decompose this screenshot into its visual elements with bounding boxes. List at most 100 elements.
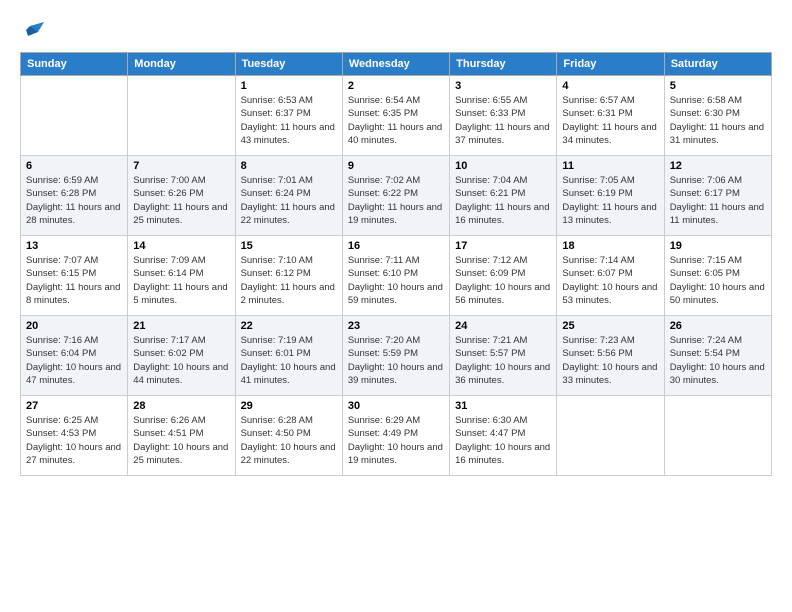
day-number: 9 <box>348 160 444 172</box>
day-number: 1 <box>241 80 337 92</box>
day-info: Sunrise: 7:23 AM Sunset: 5:56 PM Dayligh… <box>562 334 658 387</box>
calendar-cell: 13Sunrise: 7:07 AM Sunset: 6:15 PM Dayli… <box>21 236 128 316</box>
calendar-cell: 16 Sunrise: 7:11 AM Sunset: 6:10 PM Dayli… <box>342 236 449 316</box>
day-number: 31 <box>455 400 551 412</box>
calendar-cell: 8 Sunrise: 7:01 AM Sunset: 6:24 PM Daylig… <box>235 156 342 236</box>
day-info: Sunrise: 7:06 AM Sunset: 6:17 PM Dayligh… <box>670 174 766 227</box>
day-info: Sunrise: 7:16 AM Sunset: 6:04 PM Dayligh… <box>26 334 122 387</box>
day-info: Sunrise: 7:10 AM Sunset: 6:12 PM Dayligh… <box>241 254 337 307</box>
calendar-cell: 14 Sunrise: 7:09 AM Sunset: 6:14 PM Dayli… <box>128 236 235 316</box>
day-number: 14 <box>133 240 229 252</box>
day-number: 10 <box>455 160 551 172</box>
day-info: Sunrise: 7:09 AM Sunset: 6:14 PM Dayligh… <box>133 254 229 307</box>
calendar-table: SundayMondayTuesdayWednesdayThursdayFrid… <box>20 52 772 476</box>
day-number: 19 <box>670 240 766 252</box>
day-number: 28 <box>133 400 229 412</box>
day-number: 8 <box>241 160 337 172</box>
calendar-cell: 3 Sunrise: 6:55 AM Sunset: 6:33 PM Daylig… <box>450 76 557 156</box>
calendar-cell: 21Sunrise: 7:17 AM Sunset: 6:02 PM Dayli… <box>128 316 235 396</box>
calendar-cell: 1 Sunrise: 6:53 AM Sunset: 6:37 PM Daylig… <box>235 76 342 156</box>
calendar-cell: 30 Sunrise: 6:29 AM Sunset: 4:49 PM Dayli… <box>342 396 449 476</box>
day-number: 3 <box>455 80 551 92</box>
calendar-cell: 5 Sunrise: 6:58 AM Sunset: 6:30 PM Daylig… <box>664 76 771 156</box>
day-number: 26 <box>670 320 766 332</box>
calendar-cell: 26 Sunrise: 7:24 AM Sunset: 5:54 PM Dayli… <box>664 316 771 396</box>
page: SundayMondayTuesdayWednesdayThursdayFrid… <box>0 0 792 612</box>
week-row-5: 27 Sunrise: 6:25 AM Sunset: 4:53 PM Dayli… <box>21 396 772 476</box>
calendar-cell: 6Sunrise: 6:59 AM Sunset: 6:28 PM Daylig… <box>21 156 128 236</box>
day-info: Sunrise: 7:20 AM Sunset: 5:59 PM Dayligh… <box>348 334 444 387</box>
calendar-cell: 18Sunrise: 7:14 AM Sunset: 6:07 PM Dayli… <box>557 236 664 316</box>
weekday-header-sunday: Sunday <box>21 53 128 76</box>
day-info: Sunrise: 7:15 AM Sunset: 6:05 PM Dayligh… <box>670 254 766 307</box>
day-info: Sunrise: 7:04 AM Sunset: 6:21 PM Dayligh… <box>455 174 551 227</box>
day-number: 2 <box>348 80 444 92</box>
calendar-cell: 9 Sunrise: 7:02 AM Sunset: 6:22 PM Daylig… <box>342 156 449 236</box>
calendar-cell <box>128 76 235 156</box>
calendar-cell: 31 Sunrise: 6:30 AM Sunset: 4:47 PM Dayli… <box>450 396 557 476</box>
day-number: 11 <box>562 160 658 172</box>
day-info: Sunrise: 6:57 AM Sunset: 6:31 PM Dayligh… <box>562 94 658 147</box>
calendar-cell: 24Sunrise: 7:21 AM Sunset: 5:57 PM Dayli… <box>450 316 557 396</box>
calendar-cell: 28Sunrise: 6:26 AM Sunset: 4:51 PM Dayli… <box>128 396 235 476</box>
calendar-cell: 20 Sunrise: 7:16 AM Sunset: 6:04 PM Dayli… <box>21 316 128 396</box>
day-number: 7 <box>133 160 229 172</box>
weekday-header-friday: Friday <box>557 53 664 76</box>
day-info: Sunrise: 6:29 AM Sunset: 4:49 PM Dayligh… <box>348 414 444 467</box>
day-number: 15 <box>241 240 337 252</box>
header <box>20 16 772 42</box>
day-number: 16 <box>348 240 444 252</box>
day-number: 4 <box>562 80 658 92</box>
weekday-header-wednesday: Wednesday <box>342 53 449 76</box>
weekday-header-saturday: Saturday <box>664 53 771 76</box>
week-row-2: 6Sunrise: 6:59 AM Sunset: 6:28 PM Daylig… <box>21 156 772 236</box>
day-info: Sunrise: 6:59 AM Sunset: 6:28 PM Dayligh… <box>26 174 122 227</box>
week-row-1: 1 Sunrise: 6:53 AM Sunset: 6:37 PM Daylig… <box>21 76 772 156</box>
logo <box>20 20 44 42</box>
day-number: 18 <box>562 240 658 252</box>
calendar-cell <box>557 396 664 476</box>
day-number: 27 <box>26 400 122 412</box>
day-info: Sunrise: 6:53 AM Sunset: 6:37 PM Dayligh… <box>241 94 337 147</box>
day-number: 20 <box>26 320 122 332</box>
day-number: 25 <box>562 320 658 332</box>
day-info: Sunrise: 6:30 AM Sunset: 4:47 PM Dayligh… <box>455 414 551 467</box>
calendar-cell: 10 Sunrise: 7:04 AM Sunset: 6:21 PM Dayli… <box>450 156 557 236</box>
calendar-cell: 12Sunrise: 7:06 AM Sunset: 6:17 PM Dayli… <box>664 156 771 236</box>
day-info: Sunrise: 6:54 AM Sunset: 6:35 PM Dayligh… <box>348 94 444 147</box>
day-info: Sunrise: 6:58 AM Sunset: 6:30 PM Dayligh… <box>670 94 766 147</box>
day-info: Sunrise: 7:11 AM Sunset: 6:10 PM Dayligh… <box>348 254 444 307</box>
calendar-cell: 25 Sunrise: 7:23 AM Sunset: 5:56 PM Dayli… <box>557 316 664 396</box>
day-info: Sunrise: 6:55 AM Sunset: 6:33 PM Dayligh… <box>455 94 551 147</box>
day-number: 24 <box>455 320 551 332</box>
calendar-cell: 19 Sunrise: 7:15 AM Sunset: 6:05 PM Dayli… <box>664 236 771 316</box>
calendar-cell: 23 Sunrise: 7:20 AM Sunset: 5:59 PM Dayli… <box>342 316 449 396</box>
day-number: 23 <box>348 320 444 332</box>
day-info: Sunrise: 7:02 AM Sunset: 6:22 PM Dayligh… <box>348 174 444 227</box>
weekday-header-row: SundayMondayTuesdayWednesdayThursdayFrid… <box>21 53 772 76</box>
day-info: Sunrise: 7:07 AM Sunset: 6:15 PM Dayligh… <box>26 254 122 307</box>
day-number: 30 <box>348 400 444 412</box>
calendar-cell: 7 Sunrise: 7:00 AM Sunset: 6:26 PM Daylig… <box>128 156 235 236</box>
day-info: Sunrise: 6:25 AM Sunset: 4:53 PM Dayligh… <box>26 414 122 467</box>
day-info: Sunrise: 6:28 AM Sunset: 4:50 PM Dayligh… <box>241 414 337 467</box>
day-number: 5 <box>670 80 766 92</box>
week-row-3: 13Sunrise: 7:07 AM Sunset: 6:15 PM Dayli… <box>21 236 772 316</box>
day-number: 29 <box>241 400 337 412</box>
calendar-cell: 2 Sunrise: 6:54 AM Sunset: 6:35 PM Daylig… <box>342 76 449 156</box>
calendar-cell: 4 Sunrise: 6:57 AM Sunset: 6:31 PM Daylig… <box>557 76 664 156</box>
day-info: Sunrise: 7:01 AM Sunset: 6:24 PM Dayligh… <box>241 174 337 227</box>
day-number: 22 <box>241 320 337 332</box>
weekday-header-monday: Monday <box>128 53 235 76</box>
day-info: Sunrise: 7:05 AM Sunset: 6:19 PM Dayligh… <box>562 174 658 227</box>
logo-bird-icon <box>22 20 44 42</box>
day-info: Sunrise: 7:24 AM Sunset: 5:54 PM Dayligh… <box>670 334 766 387</box>
weekday-header-thursday: Thursday <box>450 53 557 76</box>
day-info: Sunrise: 7:17 AM Sunset: 6:02 PM Dayligh… <box>133 334 229 387</box>
week-row-4: 20 Sunrise: 7:16 AM Sunset: 6:04 PM Dayli… <box>21 316 772 396</box>
day-number: 17 <box>455 240 551 252</box>
calendar-cell: 11 Sunrise: 7:05 AM Sunset: 6:19 PM Dayli… <box>557 156 664 236</box>
day-info: Sunrise: 7:00 AM Sunset: 6:26 PM Dayligh… <box>133 174 229 227</box>
calendar-cell: 29 Sunrise: 6:28 AM Sunset: 4:50 PM Dayli… <box>235 396 342 476</box>
weekday-header-tuesday: Tuesday <box>235 53 342 76</box>
